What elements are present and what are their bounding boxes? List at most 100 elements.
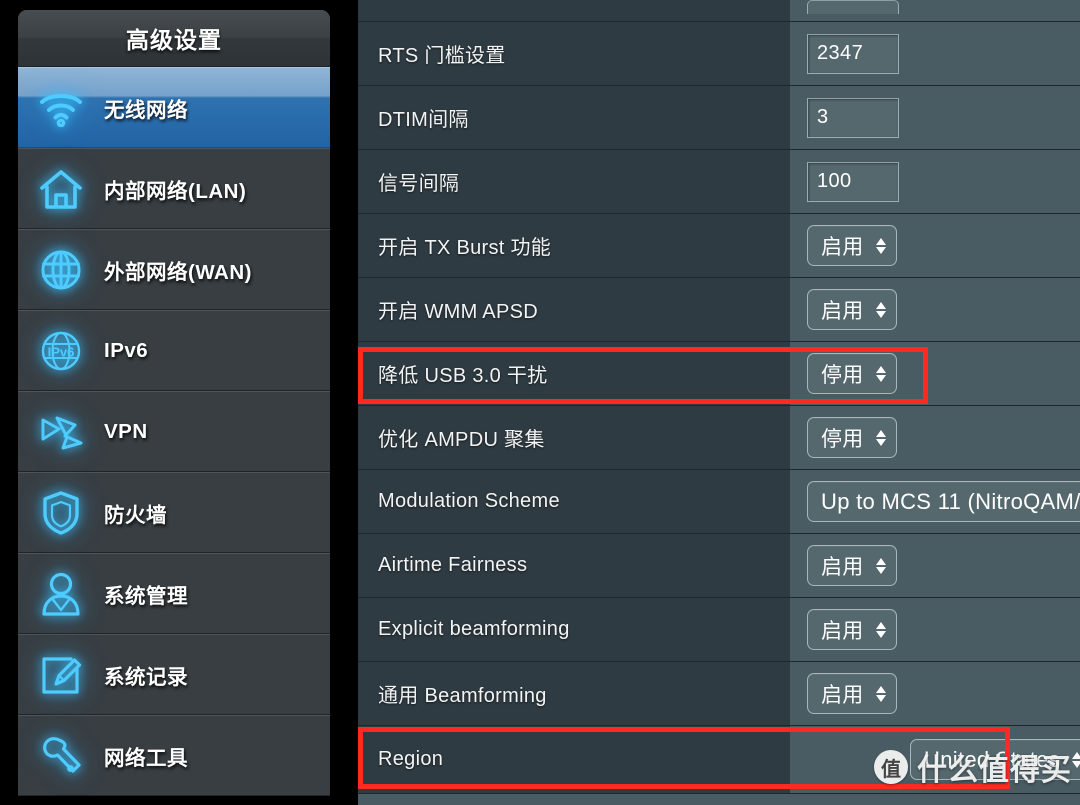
table-row: 通用 Beamforming 启用	[358, 662, 1080, 726]
setting-label: 开启 WMM APSD	[358, 278, 790, 341]
chevron-updown-icon	[875, 364, 887, 384]
wireless-professional-settings-table: RTS 门槛设置 2347 DTIM间隔 3 信号间隔 100 开启 TX Bu…	[358, 0, 1080, 805]
modulation-scheme-select[interactable]: Up to MCS 11 (NitroQAM/1024-QAM)	[807, 481, 1080, 522]
vpn-key-icon	[18, 412, 104, 452]
setting-label: 信号间隔	[358, 150, 790, 213]
beacon-interval-input[interactable]: 100	[807, 161, 899, 202]
table-row: 信号间隔 100	[358, 150, 1080, 214]
setting-value: 停用	[790, 342, 1080, 405]
setting-label: 开启 TX Burst 功能	[358, 214, 790, 277]
table-row: Explicit beamforming 启用	[358, 598, 1080, 662]
table-row: 开启 WMM APSD 启用	[358, 278, 1080, 342]
wrench-icon	[18, 733, 104, 779]
setting-value: 启用	[790, 598, 1080, 661]
sidebar-item-vpn[interactable]: VPN	[18, 391, 330, 472]
setting-label: RTS 门槛设置	[358, 22, 790, 85]
setting-value: 启用	[790, 662, 1080, 725]
chevron-updown-icon	[1071, 750, 1080, 770]
watermark-logo-icon: 值	[874, 750, 908, 784]
select-value: Up to MCS 11 (NitroQAM/1024-QAM)	[821, 488, 1080, 514]
sidebar-item-ipv6[interactable]: IPv6 IPv6	[18, 310, 330, 391]
tx-burst-select[interactable]: 启用	[807, 225, 897, 266]
setting-value: 启用	[790, 214, 1080, 277]
sidebar-item-label: 外部网络(WAN)	[104, 260, 252, 284]
setting-value: 启用	[790, 534, 1080, 597]
setting-value: 启用	[790, 278, 1080, 341]
chevron-updown-icon	[875, 428, 887, 448]
sidebar-item-label: 防火墙	[104, 503, 167, 527]
select-value: 启用	[821, 299, 864, 323]
log-pencil-icon	[18, 653, 104, 697]
select-value: 启用	[821, 683, 864, 707]
globe-icon	[18, 248, 104, 292]
sidebar-item-label: 内部网络(LAN)	[104, 179, 247, 203]
setting-value: 100	[790, 150, 1080, 213]
table-row: 开启 TX Burst 功能 启用	[358, 214, 1080, 278]
table-row: DTIM间隔 3	[358, 86, 1080, 150]
sidebar-header: 高级设置	[18, 10, 330, 67]
svg-text:IPv6: IPv6	[48, 344, 75, 359]
wifi-icon	[18, 89, 104, 127]
setting-value	[790, 0, 1080, 21]
sidebar-item-wan[interactable]: 外部网络(WAN)	[18, 229, 330, 310]
router-settings-screen: 高级设置 无线网络 内部网络(LAN) 外部网络(WAN) IPv6 IPv6 …	[0, 0, 1080, 805]
setting-value: 2347	[790, 22, 1080, 85]
smzdm-watermark: 值 什么值得买	[874, 745, 1072, 789]
setting-label: Explicit beamforming	[358, 598, 790, 661]
usb3-interference-select[interactable]: 停用	[807, 353, 897, 394]
dtim-interval-input[interactable]: 3	[807, 97, 899, 138]
chevron-updown-icon	[875, 236, 887, 256]
sidebar-item-administration[interactable]: 系统管理	[18, 553, 330, 634]
select-value: 启用	[821, 619, 864, 643]
select-value: 停用	[821, 427, 864, 451]
airtime-fairness-select[interactable]: 启用	[807, 545, 897, 586]
setting-label: 优化 AMPDU 聚集	[358, 406, 790, 469]
select-value: 停用	[821, 363, 864, 387]
ipv6-globe-icon: IPv6	[18, 329, 104, 373]
sidebar-item-system-log[interactable]: 系统记录	[18, 634, 330, 715]
sidebar-item-wireless[interactable]: 无线网络	[18, 67, 330, 148]
table-row-highlighted: 降低 USB 3.0 干扰 停用	[358, 342, 1080, 406]
sidebar-item-label: VPN	[104, 419, 148, 443]
ampdu-aggregation-select[interactable]: 停用	[807, 417, 897, 458]
setting-value: Up to MCS 11 (NitroQAM/1024-QAM)	[790, 470, 1080, 533]
sidebar-item-label: 系统管理	[104, 584, 188, 608]
setting-label: DTIM间隔	[358, 86, 790, 149]
table-row: 优化 AMPDU 聚集 停用	[358, 406, 1080, 470]
sidebar-item-label: IPv6	[104, 338, 149, 362]
chevron-updown-icon	[875, 300, 887, 320]
chevron-updown-icon	[875, 620, 887, 640]
shield-icon	[18, 490, 104, 536]
setting-label: 降低 USB 3.0 干扰	[358, 342, 790, 405]
setting-label: 通用 Beamforming	[358, 662, 790, 725]
watermark-text: 什么值得买	[917, 754, 1072, 787]
table-row: Modulation Scheme Up to MCS 11 (NitroQAM…	[358, 470, 1080, 534]
chevron-updown-icon	[875, 556, 887, 576]
setting-label	[358, 0, 790, 21]
user-icon	[18, 571, 104, 617]
sidebar-item-label: 系统记录	[104, 665, 188, 689]
table-row: RTS 门槛设置 2347	[358, 22, 1080, 86]
sidebar-item-label: 网络工具	[104, 746, 188, 770]
setting-label: Region	[358, 726, 790, 793]
home-icon	[18, 167, 104, 211]
chevron-updown-icon	[875, 684, 887, 704]
setting-value: 3	[790, 86, 1080, 149]
select-value: 启用	[821, 555, 864, 579]
rts-threshold-input[interactable]: 2347	[807, 33, 899, 74]
wmm-apsd-select[interactable]: 启用	[807, 289, 897, 330]
sidebar-item-firewall[interactable]: 防火墙	[18, 472, 330, 553]
setting-value: 停用	[790, 406, 1080, 469]
setting-label: Modulation Scheme	[358, 470, 790, 533]
table-row: Airtime Fairness 启用	[358, 534, 1080, 598]
advanced-settings-sidebar: 高级设置 无线网络 内部网络(LAN) 外部网络(WAN) IPv6 IPv6 …	[18, 10, 330, 796]
universal-beamforming-select[interactable]: 启用	[807, 673, 897, 714]
sidebar-item-network-tools[interactable]: 网络工具	[18, 715, 330, 796]
text-input-partial[interactable]	[807, 0, 899, 14]
select-value: 启用	[821, 235, 864, 259]
explicit-beamforming-select[interactable]: 启用	[807, 609, 897, 650]
sidebar-item-label: 无线网络	[104, 98, 188, 122]
sidebar-item-lan[interactable]: 内部网络(LAN)	[18, 148, 330, 229]
table-row	[358, 0, 1080, 22]
setting-label: Airtime Fairness	[358, 534, 790, 597]
